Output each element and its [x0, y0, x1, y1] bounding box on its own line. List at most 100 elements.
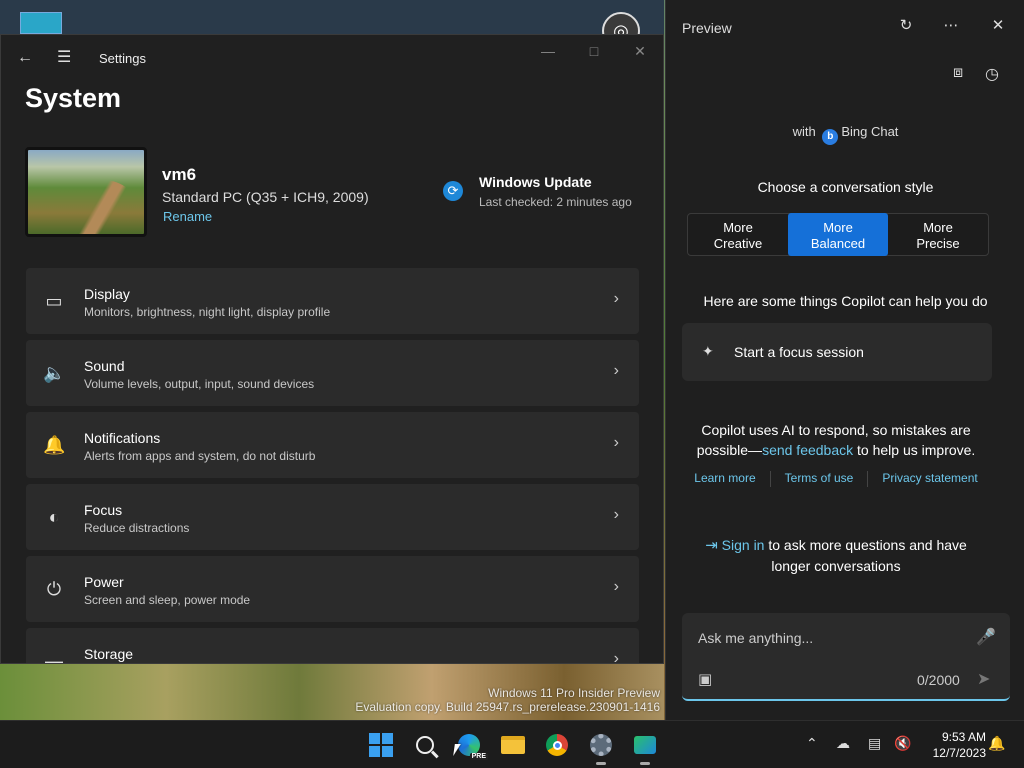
suggestion-focus-session[interactable]: ✦ Start a focus session: [682, 323, 992, 381]
close-icon[interactable]: ✕: [625, 43, 655, 60]
chrome-app[interactable]: [543, 731, 571, 759]
settings-item-sound[interactable]: 🔈 Sound Volume levels, output, input, so…: [26, 340, 639, 406]
window-title: Settings: [99, 51, 146, 66]
back-arrow-icon[interactable]: ←: [17, 49, 33, 67]
close-icon[interactable]: ✕: [986, 16, 1010, 34]
chrome-icon: [546, 734, 568, 756]
item-title: Display: [84, 286, 130, 302]
storage-icon: ▬: [45, 651, 63, 664]
desktop-watermark: Windows 11 Pro Insider Preview Evaluatio…: [355, 686, 660, 714]
device-name: vm6: [162, 165, 197, 184]
settings-app[interactable]: [587, 731, 615, 765]
send-feedback-link[interactable]: send feedback: [762, 442, 853, 458]
windows-logo-icon: [369, 733, 393, 757]
start-button[interactable]: [367, 731, 395, 759]
learn-more-link[interactable]: Learn more: [694, 471, 755, 487]
history-icon[interactable]: ◷: [985, 64, 999, 84]
chevron-right-icon: ›: [613, 506, 619, 523]
refresh-icon[interactable]: ↻: [894, 16, 918, 34]
running-indicator: [640, 762, 650, 765]
style-line2: Creative: [713, 236, 763, 251]
signin-prompt: ⇥ Sign in to ask more questions and have…: [686, 535, 986, 576]
conversation-style-selector: More Creative More Balanced More Precise: [687, 213, 989, 256]
bing-chat-label: Bing Chat: [841, 124, 899, 139]
legal-links: Learn more Terms of use Privacy statemen…: [686, 471, 986, 487]
chat-input-box[interactable]: Ask me anything... 🎤 ▣ 0/2000 ➤: [682, 613, 1010, 701]
terms-of-use-link[interactable]: Terms of use: [785, 471, 854, 487]
item-subtitle: Volume levels, output, input, sound devi…: [84, 377, 315, 391]
monitor-icon: ▭: [45, 291, 63, 311]
windows-update-title[interactable]: Windows Update: [479, 174, 592, 190]
watermark-line1: Windows 11 Pro Insider Preview: [488, 686, 660, 700]
watermark-line2: Evaluation copy. Build 25947.rs_prerelea…: [355, 700, 660, 714]
signin-text: to ask more questions and have longer co…: [764, 537, 967, 574]
search-icon: [416, 736, 434, 754]
clock-date: 12/7/2023: [932, 746, 986, 760]
system-clock[interactable]: 9:53 AM 12/7/2023: [922, 729, 986, 761]
style-line2: Precise: [916, 236, 960, 251]
chevron-right-icon: ›: [613, 578, 619, 595]
character-count: 0/2000: [917, 672, 960, 688]
chevron-right-icon: ›: [613, 290, 619, 307]
notification-bell-icon[interactable]: 🔔: [988, 735, 1005, 752]
focus-icon: ◐: [48, 507, 60, 527]
chevron-right-icon: ›: [613, 650, 619, 664]
device-wallpaper-thumbnail: [25, 147, 147, 237]
settings-item-notifications[interactable]: 🔔 Notifications Alerts from apps and sys…: [26, 412, 639, 478]
maximize-icon[interactable]: □: [579, 43, 609, 59]
chevron-right-icon: ›: [613, 434, 619, 451]
item-title: Sound: [84, 358, 125, 374]
hamburger-menu-icon[interactable]: ☰: [57, 47, 71, 67]
help-heading: Here are some things Copilot can help yo…: [703, 293, 988, 309]
rename-link[interactable]: Rename: [163, 209, 212, 224]
chat-input-placeholder[interactable]: Ask me anything...: [698, 630, 813, 646]
minimize-icon[interactable]: —: [533, 43, 563, 59]
style-balanced-button[interactable]: More Balanced: [788, 213, 888, 256]
file-explorer-app[interactable]: [499, 731, 527, 759]
plugins-icon[interactable]: ⧈: [953, 64, 963, 82]
suggestion-label: Start a focus session: [734, 344, 864, 360]
item-title: Storage: [84, 646, 134, 662]
privacy-statement-link[interactable]: Privacy statement: [882, 471, 977, 487]
settings-window: ← ☰ Settings — □ ✕ System vm6 Standard P…: [0, 34, 664, 664]
style-creative-button[interactable]: More Creative: [688, 214, 788, 255]
item-subtitle: Reduce distractions: [84, 521, 190, 535]
settings-item-focus[interactable]: ◐ Focus Reduce distractions ›: [26, 484, 639, 550]
style-line2: Balanced: [810, 236, 866, 251]
chevron-up-icon[interactable]: ⌃: [806, 735, 818, 752]
style-precise-button[interactable]: More Precise: [888, 214, 988, 255]
volume-muted-icon[interactable]: 🔇: [894, 735, 911, 752]
paint-app[interactable]: [631, 731, 659, 765]
edge-icon: PRE: [458, 734, 488, 760]
microphone-icon[interactable]: 🎤: [976, 627, 996, 647]
item-subtitle: Alerts from apps and system, do not dist…: [84, 449, 316, 463]
settings-item-display[interactable]: ▭ Display Monitors, brightness, night li…: [26, 268, 639, 334]
more-options-icon[interactable]: ⋯: [939, 16, 963, 34]
clock-time: 9:53 AM: [941, 730, 986, 744]
preview-badge: PRE: [469, 753, 488, 760]
page-title: System: [25, 83, 122, 113]
desktop-shortcut-icon[interactable]: [20, 12, 62, 34]
settings-item-storage[interactable]: ▬ Storage ›: [26, 628, 639, 664]
bing-logo-icon: b: [822, 129, 839, 145]
gear-icon: [590, 734, 612, 756]
powered-by: with b Bing Chat: [666, 124, 1024, 145]
paint-icon: [634, 736, 656, 754]
send-icon[interactable]: ➤: [977, 669, 990, 689]
onedrive-cloud-icon[interactable]: ☁: [836, 735, 850, 752]
windows-update-status: Last checked: 2 minutes ago: [479, 195, 632, 209]
settings-titlebar: ← ☰ Settings — □ ✕: [1, 35, 663, 81]
disclaimer-text-end: to help us improve.: [853, 442, 976, 458]
power-icon: ⏻: [46, 579, 62, 599]
speaker-icon: 🔈: [43, 363, 66, 383]
sync-icon[interactable]: ⟳: [443, 181, 463, 201]
item-subtitle: Screen and sleep, power mode: [84, 593, 251, 607]
image-scan-icon[interactable]: ▣: [698, 670, 712, 688]
item-title: Power: [84, 574, 124, 590]
sign-in-link[interactable]: Sign in: [722, 537, 765, 553]
network-icon[interactable]: ▤: [868, 735, 881, 752]
style-line1: More: [723, 220, 753, 235]
search-button[interactable]: [411, 731, 439, 759]
item-title: Focus: [84, 502, 123, 518]
settings-item-power[interactable]: ⏻ Power Screen and sleep, power mode ›: [26, 556, 639, 622]
